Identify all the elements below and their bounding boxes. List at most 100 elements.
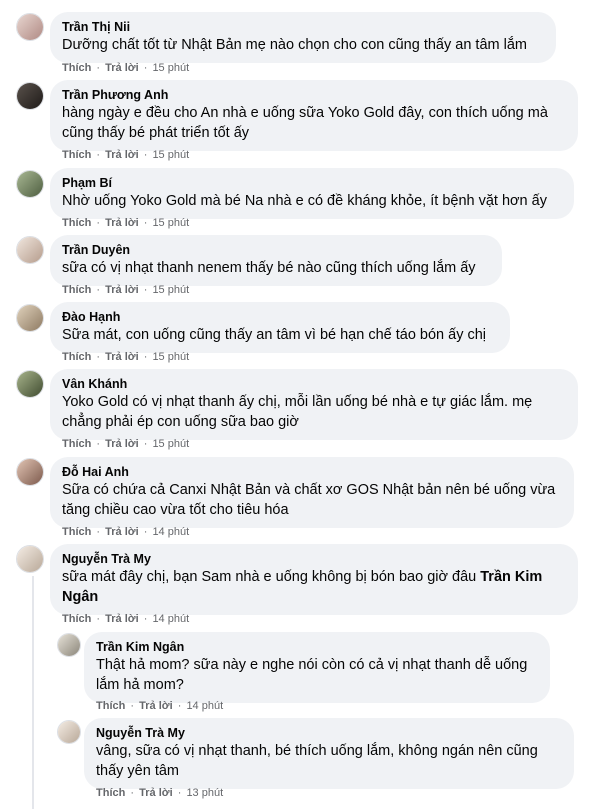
- like-link[interactable]: Thích: [62, 351, 91, 363]
- separator: ·: [143, 351, 148, 363]
- comment-bubble: Trần Duyên sữa có vị nhạt thanh nenem th…: [50, 235, 502, 286]
- reply-link[interactable]: Trả lời: [139, 787, 173, 799]
- comment-text: Sữa mát, con uống cũng thấy an tâm vì bé…: [62, 327, 487, 343]
- reply-link[interactable]: Trả lời: [105, 217, 139, 229]
- reply-link[interactable]: Trả lời: [105, 284, 139, 296]
- like-link[interactable]: Thích: [62, 613, 91, 625]
- timestamp[interactable]: 14 phút: [152, 613, 189, 625]
- timestamp[interactable]: 15 phút: [152, 438, 189, 450]
- separator: ·: [96, 351, 101, 363]
- separator: ·: [96, 526, 101, 538]
- comment-author[interactable]: Đỗ Hai Anh: [62, 464, 562, 480]
- like-link[interactable]: Thích: [62, 438, 91, 450]
- reply-link[interactable]: Trả lời: [105, 149, 139, 161]
- comment-author[interactable]: Vân Khánh: [62, 376, 566, 392]
- separator: ·: [96, 438, 101, 450]
- timestamp[interactable]: 15 phút: [152, 62, 189, 74]
- timestamp[interactable]: 14 phút: [152, 526, 189, 538]
- timestamp[interactable]: 15 phút: [152, 149, 189, 161]
- separator: ·: [96, 149, 101, 161]
- comment-bubble: Nguyễn Trà My sữa mát đây chị, bạn Sam n…: [50, 544, 578, 615]
- like-link[interactable]: Thích: [96, 787, 125, 799]
- reply-actions: Thích · Trả lời · 13 phút: [96, 786, 223, 800]
- like-link[interactable]: Thích: [62, 284, 91, 296]
- comment-actions: Thích · Trả lời · 15 phút: [62, 437, 189, 451]
- avatar[interactable]: [16, 236, 44, 264]
- comment-bubble: Vân Khánh Yoko Gold có vị nhạt thanh ấy …: [50, 369, 578, 440]
- comment-bubble: Trần Phương Anh hàng ngày e đều cho An n…: [50, 80, 578, 151]
- comment-bubble: Đỗ Hai Anh Sữa có chứa cả Canxi Nhật Bản…: [50, 457, 574, 528]
- comment-actions: Thích · Trả lời · 15 phút: [62, 61, 189, 75]
- reply-link[interactable]: Trả lời: [105, 526, 139, 538]
- reply-text: Thật hả mom? sữa này e nghe nói còn có c…: [96, 657, 528, 693]
- avatar[interactable]: [16, 13, 44, 41]
- separator: ·: [143, 62, 148, 74]
- separator: ·: [130, 787, 135, 799]
- reply-thread-line: [32, 576, 34, 809]
- reply-link[interactable]: Trả lời: [105, 438, 139, 450]
- reply-bubble: Trần Kim Ngân Thật hả mom? sữa này e ngh…: [84, 632, 550, 703]
- comment-text: sữa có vị nhạt thanh nenem thấy bé nào c…: [62, 260, 476, 276]
- separator: ·: [177, 787, 182, 799]
- comment-text-body: sữa mát đây chị, bạn Sam nhà e uống khôn…: [62, 569, 481, 585]
- separator: ·: [96, 217, 101, 229]
- timestamp[interactable]: 15 phút: [152, 351, 189, 363]
- reply-link[interactable]: Trả lời: [139, 700, 173, 712]
- timestamp[interactable]: 15 phút: [152, 217, 189, 229]
- separator: ·: [96, 613, 101, 625]
- comment-text: Sữa có chứa cả Canxi Nhật Bản và chất xơ…: [62, 482, 556, 518]
- like-link[interactable]: Thích: [62, 217, 91, 229]
- reply-author[interactable]: Nguyễn Trà My: [96, 725, 562, 741]
- comment-author[interactable]: Trần Duyên: [62, 242, 490, 258]
- comment-text: Dưỡng chất tốt từ Nhật Bản mẹ nào chọn c…: [62, 37, 527, 53]
- comment-actions: Thích · Trả lời · 15 phút: [62, 283, 189, 297]
- like-link[interactable]: Thích: [96, 700, 125, 712]
- separator: ·: [143, 217, 148, 229]
- comment-actions: Thích · Trả lời · 14 phút: [62, 525, 189, 539]
- like-link[interactable]: Thích: [62, 149, 91, 161]
- timestamp[interactable]: 14 phút: [186, 700, 223, 712]
- avatar[interactable]: [16, 304, 44, 332]
- separator: ·: [143, 526, 148, 538]
- avatar[interactable]: [16, 82, 44, 110]
- comment-actions: Thích · Trả lời · 15 phút: [62, 148, 189, 162]
- reply-text: vâng, sữa có vị nhạt thanh, bé thích uốn…: [96, 743, 538, 779]
- comment-bubble: Đào Hạnh Sữa mát, con uống cũng thấy an …: [50, 302, 510, 353]
- comment-author[interactable]: Phạm Bí: [62, 175, 562, 191]
- comment-bubble: Phạm Bí Nhờ uống Yoko Gold mà bé Na nhà …: [50, 168, 574, 219]
- comment-author[interactable]: Nguyễn Trà My: [62, 551, 566, 567]
- comment-author[interactable]: Trần Thị Nii: [62, 19, 544, 35]
- separator: ·: [143, 613, 148, 625]
- separator: ·: [177, 700, 182, 712]
- reply-link[interactable]: Trả lời: [105, 613, 139, 625]
- separator: ·: [143, 438, 148, 450]
- comment-text: Nhờ uống Yoko Gold mà bé Na nhà e có đề …: [62, 193, 547, 209]
- reply-link[interactable]: Trả lời: [105, 351, 139, 363]
- comment-author[interactable]: Trần Phương Anh: [62, 87, 566, 103]
- comment-actions: Thích · Trả lời · 14 phút: [62, 612, 189, 626]
- comment-text: hàng ngày e đều cho An nhà e uống sữa Yo…: [62, 105, 548, 141]
- separator: ·: [96, 284, 101, 296]
- comment-text: sữa mát đây chị, bạn Sam nhà e uống khôn…: [62, 567, 566, 607]
- timestamp[interactable]: 13 phút: [186, 787, 223, 799]
- like-link[interactable]: Thích: [62, 526, 91, 538]
- avatar[interactable]: [16, 545, 44, 573]
- avatar[interactable]: [16, 170, 44, 198]
- avatar[interactable]: [16, 370, 44, 398]
- reply-bubble: Nguyễn Trà My vâng, sữa có vị nhạt thanh…: [84, 718, 574, 789]
- like-link[interactable]: Thích: [62, 62, 91, 74]
- separator: ·: [96, 62, 101, 74]
- comment-text: Yoko Gold có vị nhạt thanh ấy chị, mỗi l…: [62, 394, 533, 430]
- avatar[interactable]: [57, 633, 81, 657]
- comment-actions: Thích · Trả lời · 15 phút: [62, 216, 189, 230]
- reply-author[interactable]: Trần Kim Ngân: [96, 639, 538, 655]
- separator: ·: [143, 284, 148, 296]
- reply-actions: Thích · Trả lời · 14 phút: [96, 699, 223, 713]
- comment-author[interactable]: Đào Hạnh: [62, 309, 498, 325]
- avatar[interactable]: [16, 458, 44, 486]
- timestamp[interactable]: 15 phút: [152, 284, 189, 296]
- comment-actions: Thích · Trả lời · 15 phút: [62, 350, 189, 364]
- separator: ·: [130, 700, 135, 712]
- avatar[interactable]: [57, 720, 81, 744]
- reply-link[interactable]: Trả lời: [105, 62, 139, 74]
